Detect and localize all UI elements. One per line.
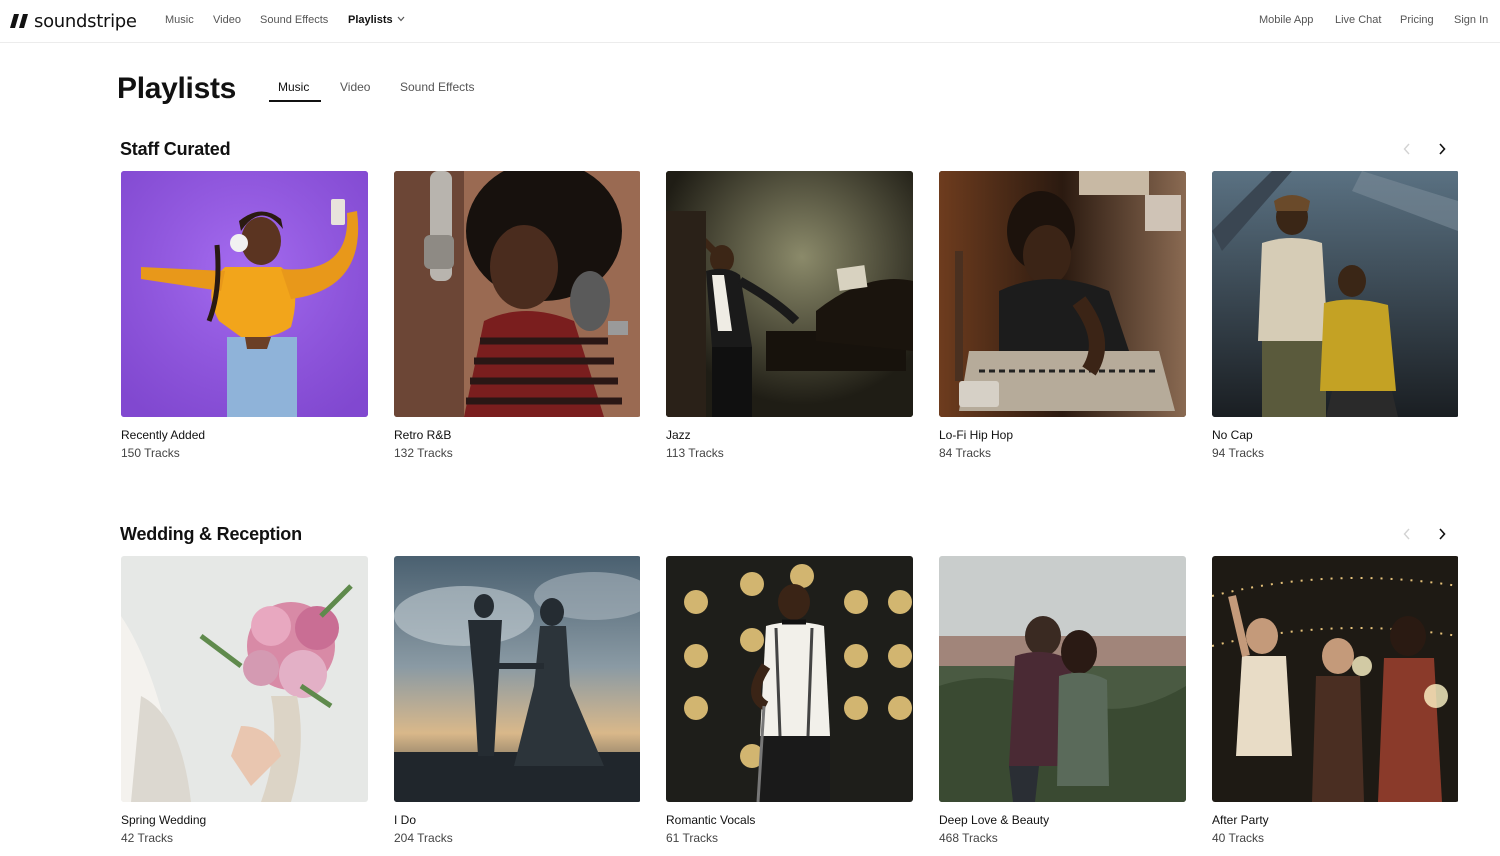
playlist-track-count: 113 Tracks bbox=[666, 446, 724, 460]
tab-music[interactable]: Music bbox=[278, 80, 309, 94]
nav-live-chat[interactable]: Live Chat bbox=[1335, 14, 1381, 26]
playlist-cover-image[interactable] bbox=[394, 556, 641, 802]
playlist-cover-image[interactable] bbox=[1212, 556, 1459, 802]
carousel-prev-button[interactable] bbox=[1397, 524, 1417, 544]
playlist-cover-image[interactable] bbox=[394, 171, 641, 417]
playlist-cover-image[interactable] bbox=[939, 171, 1186, 417]
playlist-title[interactable]: No Cap bbox=[1212, 428, 1253, 442]
playlist-track-count: 61 Tracks bbox=[666, 831, 719, 845]
playlist-cover-image[interactable] bbox=[666, 556, 913, 802]
chevron-right-icon bbox=[1439, 143, 1446, 155]
playlist-cover-image[interactable] bbox=[939, 556, 1186, 802]
active-tab-indicator bbox=[269, 100, 321, 102]
playlist-title[interactable]: Recently Added bbox=[121, 428, 205, 442]
playlist-track-count: 40 Tracks bbox=[1212, 831, 1265, 845]
carousel-next-button[interactable] bbox=[1432, 524, 1452, 544]
section-title-staff-curated: Staff Curated bbox=[120, 139, 231, 159]
soundstripe-logo-icon bbox=[10, 14, 28, 28]
playlist-track-count: 42 Tracks bbox=[121, 831, 174, 845]
nav-sound-effects[interactable]: Sound Effects bbox=[260, 14, 328, 26]
nav-sign-in[interactable]: Sign In bbox=[1454, 14, 1488, 26]
playlist-cover-image[interactable] bbox=[121, 171, 368, 417]
playlist-cover-image[interactable] bbox=[1212, 171, 1459, 417]
nav-playlists[interactable]: Playlists bbox=[348, 14, 405, 26]
playlist-track-count: 204 Tracks bbox=[394, 831, 453, 845]
playlist-cover-image[interactable] bbox=[666, 171, 913, 417]
nav-mobile-app[interactable]: Mobile App bbox=[1259, 14, 1313, 26]
chevron-down-icon bbox=[397, 16, 405, 22]
soundstripe-logo[interactable]: soundstripe bbox=[8, 10, 137, 32]
playlist-title[interactable]: Lo-Fi Hip Hop bbox=[939, 428, 1013, 442]
chevron-left-icon bbox=[1403, 528, 1410, 540]
playlist-title[interactable]: Retro R&B bbox=[394, 428, 451, 442]
nav-pricing[interactable]: Pricing bbox=[1400, 14, 1434, 26]
nav-music[interactable]: Music bbox=[165, 14, 194, 26]
tab-sound-effects[interactable]: Sound Effects bbox=[400, 80, 475, 94]
chevron-left-icon bbox=[1403, 143, 1410, 155]
playlist-track-count: 468 Tracks bbox=[939, 831, 998, 845]
top-navigation: soundstripe Music Video Sound Effects Pl… bbox=[0, 0, 1500, 43]
nav-playlists-label: Playlists bbox=[348, 14, 393, 26]
playlist-cover-image[interactable] bbox=[121, 556, 368, 802]
carousel-prev-button[interactable] bbox=[1397, 139, 1417, 159]
section-title-wedding-reception: Wedding & Reception bbox=[120, 524, 302, 544]
playlist-title[interactable]: Romantic Vocals bbox=[666, 813, 755, 827]
carousel-next-button[interactable] bbox=[1432, 139, 1452, 159]
page-title: Playlists bbox=[117, 72, 237, 105]
playlist-title[interactable]: Deep Love & Beauty bbox=[939, 813, 1049, 827]
playlist-title[interactable]: I Do bbox=[394, 813, 416, 827]
chevron-right-icon bbox=[1439, 528, 1446, 540]
playlist-track-count: 132 Tracks bbox=[394, 446, 453, 460]
playlist-track-count: 94 Tracks bbox=[1212, 446, 1265, 460]
tab-video[interactable]: Video bbox=[340, 80, 370, 94]
brand-name: soundstripe bbox=[34, 10, 137, 32]
playlist-title[interactable]: Jazz bbox=[666, 428, 691, 442]
playlist-title[interactable]: After Party bbox=[1212, 813, 1269, 827]
nav-video[interactable]: Video bbox=[213, 14, 241, 26]
playlist-track-count: 84 Tracks bbox=[939, 446, 992, 460]
playlist-title[interactable]: Spring Wedding bbox=[121, 813, 206, 827]
playlist-track-count: 150 Tracks bbox=[121, 446, 180, 460]
